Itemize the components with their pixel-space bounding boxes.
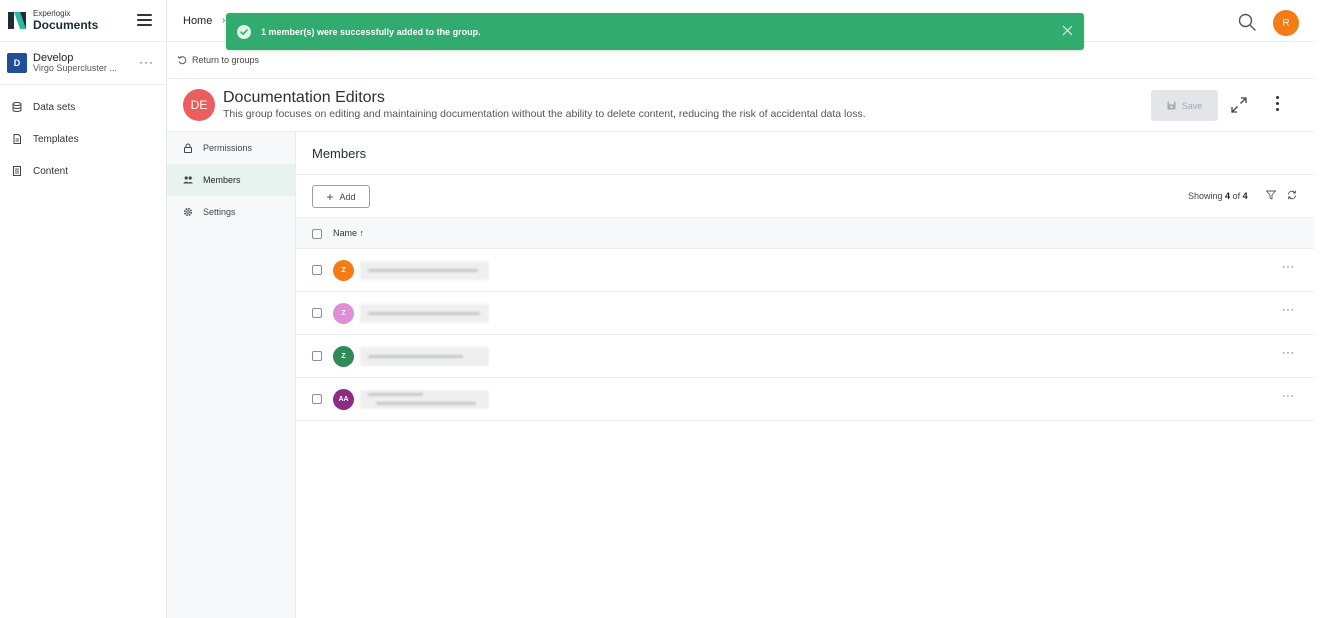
left-sidebar: Experlogix Documents D Develop Virgo Sup… [0,0,167,618]
document-icon [13,134,21,144]
workspace-subtitle: Virgo Supercluster ... [33,63,117,74]
showing-prefix: Showing [1188,191,1223,201]
workspace-more-button[interactable]: ··· [139,55,154,69]
brand-header: Experlogix Documents [0,0,166,42]
members-panel: Members + Add Showing 4 of 4 Name ↑ Z ··… [296,132,1314,618]
showing-of: of [1232,191,1241,201]
user-avatar[interactable]: R [1273,10,1299,36]
select-all-checkbox[interactable] [312,229,322,239]
column-header-name[interactable]: Name ↑ [333,228,364,238]
table-row[interactable]: Z ··· [296,249,1314,292]
sidebar-item-data-sets[interactable]: Data sets [0,91,166,123]
sidebar-item-content[interactable]: Content [0,155,166,187]
tab-label: Permissions [203,143,253,153]
group-header: DE Documentation Editors This group focu… [167,79,1314,132]
tab-label: Settings [203,207,236,217]
success-toast: 1 member(s) were successfully added to t… [226,13,1084,50]
showing-current: 4 [1225,191,1231,201]
add-member-button[interactable]: + Add [312,185,370,208]
check-circle-icon [237,24,251,39]
save-button-label: Save [1181,100,1203,111]
lock-icon [184,143,192,153]
member-avatar: Z [333,346,354,367]
sidebar-item-label: Templates [33,133,79,145]
table-row[interactable]: Z ··· [296,292,1314,335]
showing-total: 4 [1242,191,1248,201]
app-root: Experlogix Documents D Develop Virgo Sup… [0,0,1322,618]
workspace-text: Develop Virgo Supercluster ... [33,52,117,74]
table-row[interactable]: Z ··· [296,335,1314,378]
sidebar-item-label: Data sets [33,101,76,113]
sidebar-nav: Data sets Templates Content [0,85,166,187]
undo-arrow-icon [177,56,187,65]
more-vertical-icon[interactable] [1276,96,1280,112]
refresh-icon[interactable] [1287,190,1297,200]
plus-icon: + [326,189,334,204]
sidebar-item-label: Content [33,165,69,177]
database-icon [12,102,22,112]
table-header: Name ↑ [296,218,1314,249]
save-button[interactable]: Save [1151,90,1218,121]
redacted-member-name [360,304,489,323]
group-avatar: DE [183,89,215,121]
save-disk-icon [1167,101,1176,110]
filter-icon[interactable] [1266,190,1276,200]
content-list-icon [13,166,21,176]
sidebar-item-templates[interactable]: Templates [0,123,166,155]
brand-text: Experlogix Documents [33,9,99,32]
return-to-groups-link[interactable]: Return to groups [192,55,259,65]
row-more-button[interactable]: ··· [1282,261,1295,273]
users-icon [183,176,193,184]
expand-icon[interactable] [1230,96,1248,114]
row-more-button[interactable]: ··· [1282,304,1295,316]
workspace-badge: D [7,53,27,73]
tab-label: Members [203,175,241,185]
brand-small-text: Experlogix [33,9,71,18]
gear-icon [183,207,193,217]
row-more-button[interactable]: ··· [1282,347,1295,359]
member-avatar: Z [333,260,354,281]
redacted-member-name [360,261,489,280]
row-checkbox[interactable] [312,351,322,361]
row-checkbox[interactable] [312,308,322,318]
workspace-selector[interactable]: D Develop Virgo Supercluster ... ··· [0,42,166,85]
experlogix-logo-icon [8,12,26,29]
member-avatar: AA [333,389,354,410]
row-more-button[interactable]: ··· [1282,390,1295,402]
breadcrumb-separator: › [222,15,226,26]
redacted-member-name [360,347,489,366]
group-description: This group focuses on editing and mainta… [223,108,866,120]
row-checkbox[interactable] [312,265,322,275]
hamburger-menu-icon[interactable] [137,14,152,27]
tab-members[interactable]: Members [167,164,295,196]
member-avatar: Z [333,303,354,324]
page-title: Documentation Editors [223,89,385,106]
search-icon[interactable] [1238,13,1256,31]
table-row[interactable]: AA ··· [296,378,1314,421]
row-checkbox[interactable] [312,394,322,404]
breadcrumb-home[interactable]: Home [183,15,212,27]
group-subnav: Permissions Members Settings [167,132,296,618]
members-toolbar: + Add Showing 4 of 4 [296,175,1314,218]
redacted-member-name [360,390,489,409]
tab-settings[interactable]: Settings [167,196,295,228]
showing-count: Showing 4 of 4 [1188,191,1248,201]
tab-permissions[interactable]: Permissions [167,132,295,164]
members-title: Members [296,132,1314,175]
add-button-label: Add [339,191,356,202]
toast-message: 1 member(s) were successfully added to t… [261,26,481,37]
close-icon[interactable] [1062,25,1073,36]
brand-name: Documents [33,18,99,32]
